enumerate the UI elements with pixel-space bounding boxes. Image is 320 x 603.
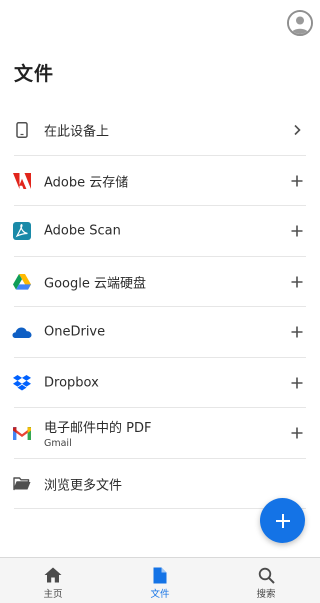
plus-icon[interactable] [290, 426, 304, 440]
location-label: Adobe Scan [44, 223, 121, 239]
bottom-nav: 主页 文件 搜索 [0, 557, 320, 603]
file-icon [153, 566, 167, 584]
gmail-icon [12, 423, 32, 443]
dropbox-icon [12, 373, 32, 393]
location-row-device[interactable]: 在此设备上 [0, 105, 320, 156]
location-row-google-drive[interactable]: Google 云端硬盘 [0, 257, 320, 307]
plus-icon[interactable] [290, 275, 304, 289]
location-label: 浏览更多文件 [44, 478, 123, 494]
plus-icon[interactable] [290, 174, 304, 188]
adobe-scan-icon [12, 221, 32, 241]
plus-icon [275, 513, 290, 528]
nav-files-label: 文件 [150, 589, 170, 600]
nav-files-tab[interactable]: 文件 [120, 558, 200, 603]
search-icon [258, 566, 275, 584]
location-label: Dropbox [44, 375, 99, 391]
location-row-dropbox[interactable]: Dropbox [0, 358, 320, 408]
location-row-adobe-scan[interactable]: Adobe Scan [0, 206, 320, 257]
page-title: 文件 [14, 63, 55, 85]
folder-icon [12, 474, 32, 494]
location-sublabel: Gmail [44, 438, 72, 450]
location-row-adobe-cloud[interactable]: Adobe 云存储 [0, 156, 320, 206]
home-icon [44, 566, 62, 584]
google-drive-icon [12, 272, 32, 292]
location-row-gmail[interactable]: 电子邮件中的 PDF Gmail [0, 408, 320, 459]
user-avatar-button[interactable] [287, 10, 313, 36]
location-label: 电子邮件中的 PDF [44, 421, 152, 437]
chevron-right-icon[interactable] [290, 123, 304, 137]
nav-home-tab[interactable]: 主页 [13, 558, 93, 603]
location-label: OneDrive [44, 324, 106, 340]
files-screen: 文件 在此设备上 Adobe 云存储 Adobe Scan Google 云端硬… [0, 0, 320, 603]
user-avatar-icon [289, 12, 311, 34]
location-row-onedrive[interactable]: OneDrive [0, 307, 320, 358]
location-label: Adobe 云存储 [44, 175, 129, 191]
add-file-fab-button[interactable] [260, 498, 305, 543]
plus-icon[interactable] [290, 325, 304, 339]
onedrive-icon [12, 322, 32, 342]
nav-home-label: 主页 [43, 589, 63, 600]
plus-icon[interactable] [290, 224, 304, 238]
nav-search-tab[interactable]: 搜索 [226, 558, 306, 603]
location-label: 在此设备上 [44, 124, 110, 140]
nav-search-label: 搜索 [256, 589, 276, 600]
phone-icon [12, 120, 32, 140]
plus-icon[interactable] [290, 376, 304, 390]
location-label: Google 云端硬盘 [44, 276, 146, 292]
file-locations-list: 在此设备上 Adobe 云存储 Adobe Scan Google 云端硬盘 O… [0, 105, 320, 509]
adobe-logo-icon [12, 171, 32, 191]
